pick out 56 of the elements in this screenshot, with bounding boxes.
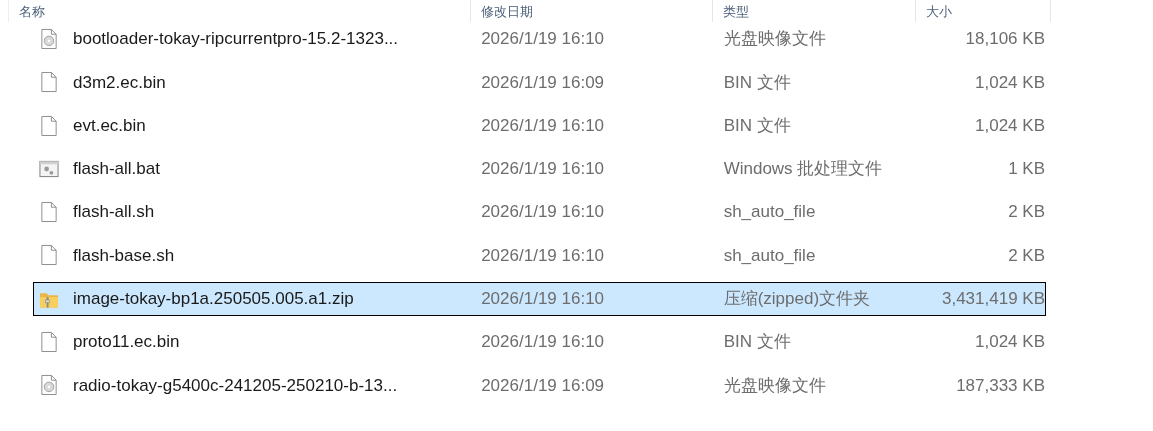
file-type: BIN 文件 xyxy=(723,332,791,352)
file-size: 3,431,419 KB xyxy=(941,289,1045,309)
file-row[interactable]: evt.ec.bin 2026/1/19 16:10 BIN 文件 1,024 KB xyxy=(33,108,1046,143)
modified-date: 2026/1/19 16:10 xyxy=(481,115,605,135)
file-icon xyxy=(39,71,59,94)
file-icon xyxy=(39,114,59,137)
modified-date: 2026/1/19 16:10 xyxy=(481,202,605,222)
modified-date: 2026/1/19 16:10 xyxy=(481,289,605,309)
modified-date: 2026/1/19 16:10 xyxy=(481,245,605,265)
file-row[interactable]: proto11.ec.bin 2026/1/19 16:10 BIN 文件 1,024 KB xyxy=(33,325,1046,360)
file-size: 1,024 KB xyxy=(975,332,1045,352)
file-row[interactable]: flash-base.sh 2026/1/19 16:10 sh_auto_file 2 KB xyxy=(33,238,1046,273)
file-row[interactable]: d3m2.ec.bin 2026/1/19 16:09 BIN 文件 1,024 KB xyxy=(33,65,1046,100)
file-icon xyxy=(39,244,59,267)
file-type: 压缩(zipped)文件夹 xyxy=(723,289,871,309)
file-type: BIN 文件 xyxy=(723,115,791,135)
file-row[interactable]: radio-tokay-g5400c-241205-250210-b-13... 2026/1/19 16:09 光盘映像文件 187,333 KB xyxy=(33,368,1046,403)
column-header[interactable]: 大小 xyxy=(926,4,952,19)
modified-date: 2026/1/19 16:09 xyxy=(481,72,605,92)
modified-date: 2026/1/19 16:09 xyxy=(481,375,605,395)
file-size: 1 KB xyxy=(1008,159,1045,179)
file-size: 187,333 KB xyxy=(956,375,1045,395)
disc-image-icon xyxy=(39,374,59,397)
file-name: flash-all.bat xyxy=(73,159,160,179)
file-type: Windows 批处理文件 xyxy=(723,159,883,179)
file-size: 1,024 KB xyxy=(975,72,1045,92)
file-row[interactable]: bootloader-tokay-ripcurrentpro-15.2-1323... 2026/1/19 16:10 光盘映像文件 18,106 KB xyxy=(33,22,1046,56)
modified-date: 2026/1/19 16:10 xyxy=(481,29,605,49)
file-row[interactable]: image-tokay-bp1a.250505.005.a1.zip 2026/1/19 16:10 压缩(zipped)文件夹 3,431,419 KB xyxy=(33,281,1046,316)
file-name: proto11.ec.bin xyxy=(73,332,180,352)
file-size: 2 KB xyxy=(1008,245,1045,265)
file-row[interactable]: flash-all.bat 2026/1/19 16:10 Windows 批处理文件 1 KB xyxy=(33,151,1046,186)
file-name: bootloader-tokay-ripcurrentpro-15.2-1323... xyxy=(73,29,399,49)
modified-date: 2026/1/19 16:10 xyxy=(481,332,605,352)
disc-image-icon xyxy=(39,28,59,50)
file-type: sh_auto_file xyxy=(723,202,816,222)
file-type: 光盘映像文件 xyxy=(723,29,826,49)
file-name: d3m2.ec.bin xyxy=(73,72,166,92)
file-name: flash-all.sh xyxy=(73,202,155,222)
file-row[interactable]: flash-all.sh 2026/1/19 16:10 sh_auto_file 2 KB xyxy=(33,195,1046,230)
file-size: 2 KB xyxy=(1008,202,1045,222)
file-type: BIN 文件 xyxy=(723,72,791,92)
column-header[interactable]: 修改日期 xyxy=(481,4,533,19)
column-header[interactable]: 名称 xyxy=(19,4,45,19)
file-name: flash-base.sh xyxy=(73,245,175,265)
file-name: evt.ec.bin xyxy=(73,115,146,135)
file-size: 1,024 KB xyxy=(975,115,1045,135)
file-icon xyxy=(39,331,59,354)
file-size: 18,106 KB xyxy=(965,29,1045,49)
column-header[interactable]: 类型 xyxy=(723,4,749,19)
file-name: image-tokay-bp1a.250505.005.a1.zip xyxy=(73,289,354,309)
modified-date: 2026/1/19 16:10 xyxy=(481,159,605,179)
file-name: radio-tokay-g5400c-241205-250210-b-13... xyxy=(73,375,398,395)
file-type: sh_auto_file xyxy=(723,245,816,265)
file-type: 光盘映像文件 xyxy=(723,375,826,395)
file-icon xyxy=(39,201,59,224)
